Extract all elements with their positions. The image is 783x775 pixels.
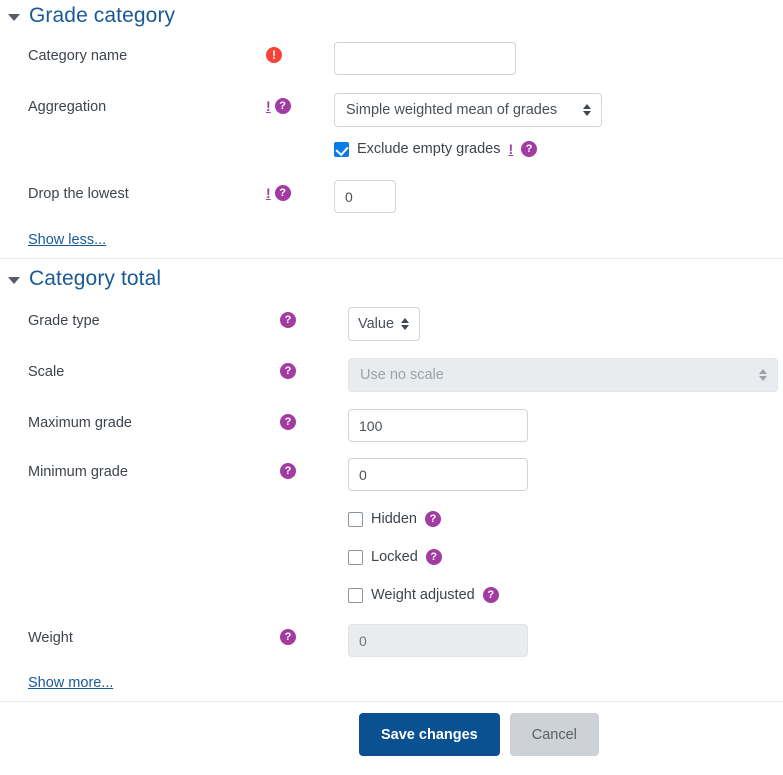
help-question-icon[interactable]: ? bbox=[425, 549, 442, 565]
grade-type-select-value: Value bbox=[358, 316, 395, 332]
field-flags-maximum-grade: ? bbox=[262, 409, 334, 430]
field-label-spacer bbox=[0, 549, 262, 555]
locked-label: Locked bbox=[371, 549, 418, 565]
weight-adjusted-label: Weight adjusted bbox=[371, 587, 475, 603]
hidden-checkbox[interactable] bbox=[348, 511, 363, 527]
field-label-drop-the-lowest: Drop the lowest bbox=[28, 186, 129, 202]
field-row-scale: Scale ? Use no scale bbox=[0, 358, 783, 392]
chevron-updown-icon bbox=[401, 318, 409, 330]
category-name-input[interactable] bbox=[334, 42, 516, 75]
field-row-weight-adjusted: Weight adjusted ? bbox=[0, 587, 783, 603]
field-row-maximum-grade: Maximum grade ? bbox=[0, 409, 783, 442]
help-question-icon[interactable]: ? bbox=[280, 463, 296, 479]
help-question-icon[interactable]: ? bbox=[274, 185, 291, 201]
field-row-category-name: Category name ! bbox=[0, 42, 783, 75]
help-question-icon[interactable]: ? bbox=[274, 98, 291, 114]
field-flags-aggregation: ! ? bbox=[262, 93, 334, 114]
advanced-exclamation-icon: ! bbox=[266, 98, 271, 114]
field-control-maximum-grade bbox=[334, 409, 783, 442]
help-question-icon[interactable]: ? bbox=[482, 587, 499, 603]
field-row-aggregation: Aggregation ! ? Simple weighted mean of … bbox=[0, 93, 783, 127]
grade-type-select[interactable]: Value bbox=[348, 307, 420, 341]
show-more-link[interactable]: Show more... bbox=[0, 675, 113, 691]
field-row-hidden: Hidden ? bbox=[0, 511, 783, 527]
field-control-grade-type: Value bbox=[334, 307, 783, 341]
maximum-grade-input[interactable] bbox=[348, 409, 528, 442]
field-label-grade-type: Grade type bbox=[28, 313, 100, 329]
field-row-exclude-empty-grades: Exclude empty grades ! ? bbox=[0, 141, 783, 157]
field-control-hidden: Hidden ? bbox=[334, 511, 783, 527]
field-control-weight-adjusted: Weight adjusted ? bbox=[334, 587, 783, 603]
field-row-drop-the-lowest: Drop the lowest ! ? bbox=[0, 180, 783, 213]
field-flags-minimum-grade: ? bbox=[262, 458, 334, 479]
field-flags-spacer bbox=[262, 511, 334, 516]
field-label-aggregation: Aggregation bbox=[28, 99, 107, 115]
field-row-locked: Locked ? bbox=[0, 549, 783, 565]
chevron-updown-icon bbox=[759, 369, 767, 381]
field-label-weight: Weight bbox=[28, 630, 73, 646]
caret-down-icon[interactable] bbox=[8, 277, 20, 284]
field-flags-scale: ? bbox=[262, 358, 334, 379]
field-flags-drop-the-lowest: ! ? bbox=[262, 180, 334, 201]
scale-select: Use no scale bbox=[348, 358, 778, 392]
field-label-scale: Scale bbox=[28, 364, 65, 380]
field-label-minimum-grade: Minimum grade bbox=[28, 464, 128, 480]
locked-checkbox[interactable] bbox=[348, 549, 363, 565]
section-title: Category total bbox=[29, 267, 162, 290]
field-control-category-name bbox=[334, 42, 783, 75]
field-flags-category-name: ! bbox=[262, 42, 334, 63]
field-flags-weight: ? bbox=[262, 624, 334, 645]
help-question-icon[interactable]: ? bbox=[280, 312, 296, 328]
required-exclamation-icon: ! bbox=[266, 47, 282, 63]
field-control-drop-the-lowest bbox=[334, 180, 783, 213]
hidden-label: Hidden bbox=[371, 511, 417, 527]
field-flags-spacer bbox=[262, 587, 334, 592]
advanced-exclamation-icon: ! bbox=[266, 185, 271, 201]
form-action-bar: Save changes Cancel bbox=[0, 702, 783, 756]
drop-the-lowest-input[interactable] bbox=[334, 180, 396, 213]
help-question-icon[interactable]: ? bbox=[521, 141, 538, 157]
field-label-maximum-grade: Maximum grade bbox=[28, 415, 132, 431]
field-label-spacer bbox=[0, 141, 262, 147]
help-question-icon[interactable]: ? bbox=[280, 629, 296, 645]
field-control-minimum-grade bbox=[334, 458, 783, 491]
field-row-grade-type: Grade type ? Value bbox=[0, 307, 783, 341]
advanced-exclamation-icon: ! bbox=[508, 141, 514, 157]
section-header-grade-category[interactable]: Grade category bbox=[0, 4, 783, 28]
aggregation-select-value: Simple weighted mean of grades bbox=[346, 102, 558, 118]
grade-category-form: Grade category Category name ! Aggregati… bbox=[0, 0, 783, 775]
caret-down-icon[interactable] bbox=[8, 14, 20, 21]
field-row-minimum-grade: Minimum grade ? bbox=[0, 458, 783, 491]
field-control-aggregation: Simple weighted mean of grades bbox=[334, 93, 783, 127]
field-label-spacer bbox=[0, 587, 262, 593]
aggregation-select[interactable]: Simple weighted mean of grades bbox=[334, 93, 602, 127]
section-header-category-total[interactable]: Category total bbox=[0, 267, 783, 291]
minimum-grade-input[interactable] bbox=[348, 458, 528, 491]
field-flags-spacer bbox=[262, 549, 334, 554]
cancel-button[interactable]: Cancel bbox=[509, 713, 599, 756]
field-control-scale: Use no scale bbox=[334, 358, 783, 392]
help-question-icon[interactable]: ? bbox=[424, 511, 441, 527]
field-control-exclude-empty-grades: Exclude empty grades ! ? bbox=[334, 141, 783, 157]
section-title: Grade category bbox=[29, 4, 176, 27]
exclude-empty-grades-checkbox[interactable] bbox=[334, 141, 349, 157]
weight-input bbox=[348, 624, 528, 657]
field-control-locked: Locked ? bbox=[334, 549, 783, 565]
field-control-weight bbox=[334, 624, 783, 657]
chevron-updown-icon bbox=[583, 104, 591, 116]
show-less-link[interactable]: Show less... bbox=[0, 232, 106, 248]
weight-adjusted-checkbox[interactable] bbox=[348, 587, 363, 603]
help-question-icon[interactable]: ? bbox=[280, 363, 296, 379]
help-question-icon[interactable]: ? bbox=[280, 414, 296, 430]
field-row-weight: Weight ? bbox=[0, 624, 783, 657]
scale-select-value: Use no scale bbox=[360, 367, 444, 383]
field-label-category-name: Category name bbox=[28, 48, 128, 64]
save-changes-button[interactable]: Save changes bbox=[359, 713, 500, 756]
exclude-empty-grades-label: Exclude empty grades bbox=[357, 141, 501, 157]
field-flags-grade-type: ? bbox=[262, 307, 334, 328]
field-flags-spacer bbox=[262, 141, 334, 146]
field-label-spacer bbox=[0, 511, 262, 517]
